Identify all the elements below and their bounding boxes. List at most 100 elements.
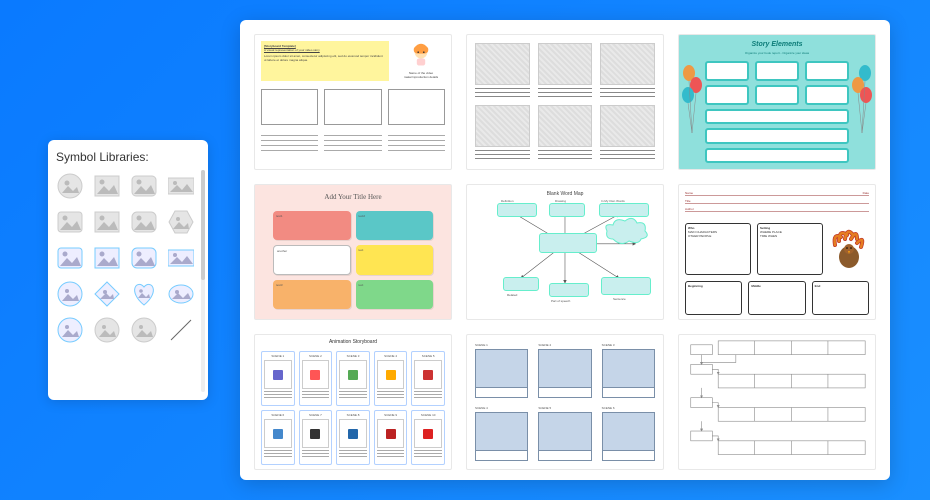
tpl2-sketch — [538, 43, 593, 85]
tpl5-center — [539, 233, 597, 253]
tpl3-box — [755, 61, 799, 81]
tpl6-box: End — [812, 281, 869, 315]
tpl3-box — [705, 61, 749, 81]
symbol-image-square-blue[interactable] — [93, 244, 121, 272]
tpl4-box: text2 — [356, 211, 434, 240]
tpl7-frame: SCENE 2 — [299, 351, 333, 406]
tpl3-wide-box — [705, 109, 849, 124]
tpl3-subtitle: Organize your book report - Organize you… — [679, 51, 875, 55]
scrollbar-thumb[interactable] — [201, 170, 205, 280]
tpl4-box: text1 — [273, 211, 351, 240]
tpl5-node — [549, 283, 589, 297]
symbol-image-diamond-blue[interactable] — [93, 280, 121, 308]
symbol-image-rounded-2[interactable] — [56, 208, 84, 236]
tpl2-sketch — [475, 105, 530, 147]
tpl5-label: Definition — [501, 199, 514, 203]
tpl1-frame — [388, 89, 445, 125]
tpl5-label: Sentence — [613, 297, 626, 301]
tpl2-sketch — [538, 105, 593, 147]
cloud-icon — [603, 217, 651, 247]
symbol-image-landscape-blue[interactable] — [167, 244, 195, 272]
tpl6-field: Date — [863, 191, 869, 195]
template-story-elements[interactable]: Story Elements Organize your book report… — [678, 34, 876, 170]
tpl4-box: another — [273, 245, 351, 274]
tpl5-label: Related — [507, 293, 517, 297]
tpl1-frame — [324, 89, 381, 125]
symbol-image-landscape[interactable] — [167, 172, 195, 200]
template-flowchart[interactable] — [678, 334, 876, 470]
tpl7-frame: SCENE 6 — [261, 410, 295, 465]
symbol-image-circle-blue[interactable] — [56, 280, 84, 308]
tpl1-header: [Storyboard Template] A visual represent… — [261, 41, 389, 81]
symbol-libraries-panel: Symbol Libraries: — [48, 140, 208, 400]
symbol-image-hex[interactable] — [167, 208, 195, 236]
tpl7-frame: SCENE 3 — [336, 351, 370, 406]
tpl5-node — [601, 277, 651, 295]
tpl1-subtitle: A visual representation of your video st… — [264, 48, 386, 52]
tpl8-scene: SCENE 5 — [538, 406, 591, 461]
symbol-image-oval-blue[interactable] — [167, 280, 195, 308]
tpl8-scene: SCENE 6 — [602, 406, 655, 461]
template-scene-grid[interactable]: SCENE 1SCENE 2SCENE 3SCENE 4SCENE 5SCENE… — [466, 334, 664, 470]
template-storyboard-yellow[interactable]: [Storyboard Template] A visual represent… — [254, 34, 452, 170]
tpl6-box: SettingWHERE PLACETIME WHEN — [757, 223, 823, 275]
tpl8-scene: SCENE 2 — [538, 343, 591, 398]
symbol-image-square-2[interactable] — [93, 208, 121, 236]
symbol-image-circle[interactable] — [56, 172, 84, 200]
symbol-image-circle-blue-2[interactable] — [56, 316, 84, 344]
symbol-line-diagonal[interactable] — [167, 316, 195, 344]
symbol-image-rounded-blue-2[interactable] — [130, 244, 158, 272]
tpl8-scene: SCENE 3 — [602, 343, 655, 398]
tpl6-field: Author — [685, 207, 694, 211]
symbol-image-rounded-3[interactable] — [130, 208, 158, 236]
tpl6-box: WhoMAIN CHARACTERSOTHER PEOPLE — [685, 223, 751, 275]
symbol-image-circle-3[interactable] — [130, 316, 158, 344]
tpl5-label: Drawing — [555, 199, 566, 203]
symbol-image-rounded[interactable] — [130, 172, 158, 200]
symbol-image-rounded-blue[interactable] — [56, 244, 84, 272]
tpl4-box: text — [356, 245, 434, 274]
template-blank-word-map[interactable]: Blank Word Map Definition Drawing In My … — [466, 184, 664, 320]
template-add-title[interactable]: Add Your Title Here text1 text2 another … — [254, 184, 452, 320]
tpl4-box: text — [356, 280, 434, 309]
tpl7-frame: SCENE 1 — [261, 351, 295, 406]
tpl3-box — [755, 85, 799, 105]
symbol-image-square[interactable] — [93, 172, 121, 200]
tpl5-node — [497, 203, 537, 217]
template-gallery: [Storyboard Template] A visual represent… — [240, 20, 890, 480]
symbol-grid — [56, 172, 200, 344]
tpl1-illustration: Name of the video maker\nproduction deta… — [399, 41, 443, 81]
tpl7-frame: SCENE 4 — [374, 351, 408, 406]
tpl1-frame — [261, 89, 318, 125]
tpl6-box: Beginning — [685, 281, 742, 315]
balloons-icon — [851, 63, 873, 143]
tpl7-frame: SCENE 5 — [411, 351, 445, 406]
tpl6-box: Middle — [748, 281, 805, 315]
tpl2-sketch — [600, 105, 655, 147]
balloons-icon — [681, 63, 703, 143]
tpl6-field: Name — [685, 191, 693, 195]
tpl5-label: Part of speech — [551, 299, 570, 303]
tpl6-field: Title — [685, 199, 691, 203]
tpl7-frame: SCENE 10 — [411, 410, 445, 465]
template-animation-storyboard[interactable]: Animation Storyboard SCENE 1SCENE 2SCENE… — [254, 334, 452, 470]
tpl5-node — [599, 203, 649, 217]
template-sketch-storyboard[interactable] — [466, 34, 664, 170]
tpl3-wide-box — [705, 148, 849, 163]
tpl4-box: text3 — [273, 280, 351, 309]
tpl2-sketch — [475, 43, 530, 85]
tpl7-title: Animation Storyboard — [255, 339, 451, 345]
tpl3-box — [705, 85, 749, 105]
tpl2-sketch — [600, 43, 655, 85]
symbol-libraries-title: Symbol Libraries: — [56, 150, 200, 164]
template-lesson-plan[interactable]: Name Date Title Author WhoMAIN CHARACTERS… — [678, 184, 876, 320]
turkey-icon — [829, 223, 869, 275]
tpl8-scene: SCENE 1 — [475, 343, 528, 398]
tpl7-frame: SCENE 7 — [299, 410, 333, 465]
tpl5-node — [549, 203, 585, 217]
symbol-image-heart-blue[interactable] — [130, 280, 158, 308]
tpl7-frame: SCENE 9 — [374, 410, 408, 465]
tpl4-title: Add Your Title Here — [255, 193, 451, 201]
tpl5-node — [503, 277, 539, 291]
symbol-image-circle-2[interactable] — [93, 316, 121, 344]
